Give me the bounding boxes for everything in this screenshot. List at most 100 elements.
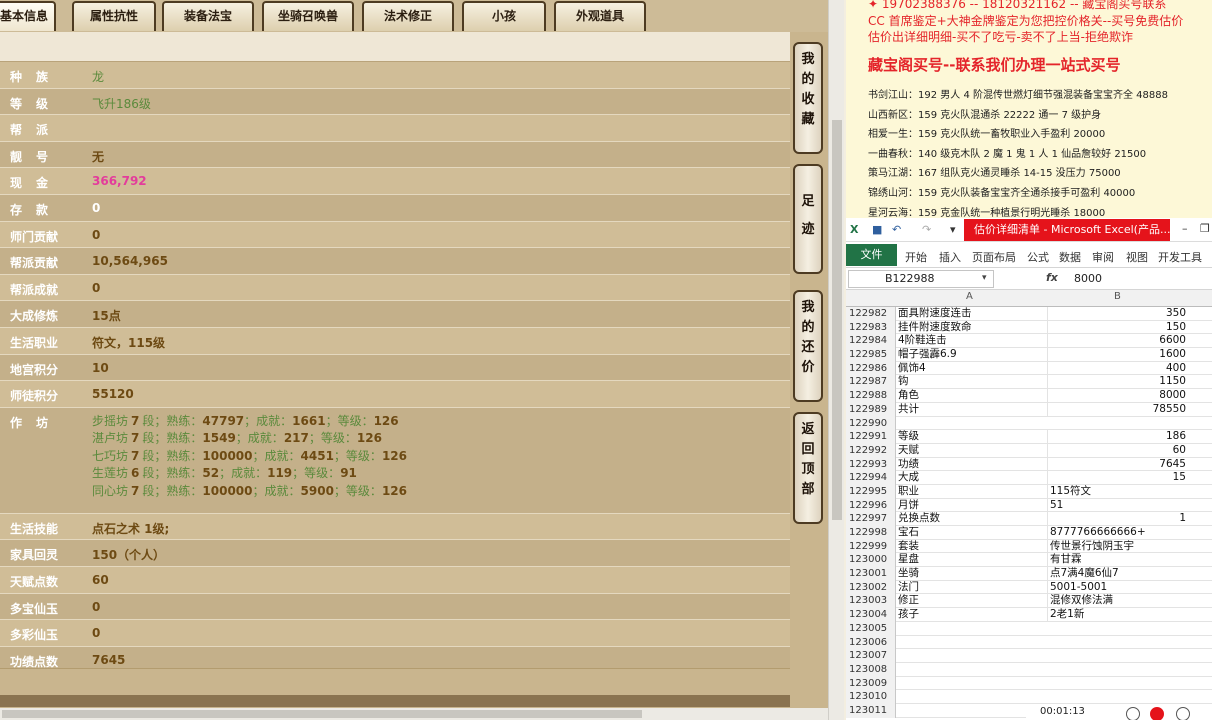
cell-b[interactable]: 8777766666666+ xyxy=(1047,526,1188,539)
tab-5[interactable]: 小孩 xyxy=(462,1,546,31)
cell-b[interactable]: 点7满4魔6仙7 xyxy=(1047,567,1188,581)
minimize-icon[interactable]: – xyxy=(1182,222,1188,235)
tab-0[interactable]: 基本信息 xyxy=(0,1,56,31)
cell-b[interactable]: 7645 xyxy=(1047,457,1188,471)
ribbon-tab-6[interactable]: 视图 xyxy=(1126,249,1148,265)
row-number[interactable]: 122997 xyxy=(846,512,896,526)
scrollbar-thumb[interactable] xyxy=(832,120,842,520)
page-vertical-scrollbar[interactable] xyxy=(828,0,844,720)
cell-a[interactable]: 天赋 xyxy=(898,444,1046,457)
cell-a[interactable]: 佩饰4 xyxy=(898,362,1046,375)
tab-2[interactable]: 装备法宝 xyxy=(162,1,254,31)
row-number[interactable]: 122987 xyxy=(846,375,896,390)
row-number[interactable]: 123010 xyxy=(846,690,896,704)
formula-input[interactable]: 8000 xyxy=(1074,272,1102,285)
cell-a[interactable]: 宝石 xyxy=(898,526,1046,539)
cell-a[interactable]: 星盘 xyxy=(898,553,1046,566)
cell-a[interactable]: 坐骑 xyxy=(898,567,1046,580)
cell-a[interactable]: 法门 xyxy=(898,581,1046,594)
tab-4[interactable]: 法术修正 xyxy=(362,1,454,31)
page-horizontal-scrollbar[interactable] xyxy=(0,708,828,720)
cell-a[interactable]: 职业 xyxy=(898,485,1046,498)
undo-icon[interactable]: ↶ xyxy=(892,223,901,236)
row-number[interactable]: 123011 xyxy=(846,703,896,718)
cell-a[interactable]: 功绩 xyxy=(898,458,1046,471)
cell-b[interactable]: 15 xyxy=(1047,471,1188,485)
row-number[interactable]: 122989 xyxy=(846,402,896,417)
cell-a[interactable]: 面具附速度连击 xyxy=(898,307,1046,320)
cell-a[interactable]: 大成 xyxy=(898,471,1046,484)
cell-b[interactable]: 51 xyxy=(1047,498,1188,512)
cell-b[interactable]: 1 xyxy=(1047,512,1188,526)
cell-b[interactable]: 传世景行蚀阴玉宇 xyxy=(1047,539,1188,553)
cell-b[interactable]: 5001-5001 xyxy=(1047,580,1188,594)
hscrollbar-thumb[interactable] xyxy=(2,710,642,718)
tab-1[interactable]: 属性抗性 xyxy=(72,1,156,31)
row-number[interactable]: 122990 xyxy=(846,416,896,431)
cell-a[interactable]: 钩 xyxy=(898,375,1046,388)
row-number[interactable]: 122995 xyxy=(846,484,896,499)
ribbon-tab-2[interactable]: 页面布局 xyxy=(972,249,1016,265)
row-number[interactable]: 123007 xyxy=(846,649,896,663)
row-number[interactable]: 123002 xyxy=(846,580,896,595)
cell-b[interactable]: 186 xyxy=(1047,430,1188,444)
tab-6[interactable]: 外观道具 xyxy=(554,1,646,31)
camera-icon[interactable] xyxy=(1176,707,1190,720)
ribbon-tab-1[interactable]: 插入 xyxy=(939,249,961,265)
row-number[interactable]: 123003 xyxy=(846,594,896,609)
side-button-3[interactable]: 返回顶部 xyxy=(793,412,823,524)
cell-a[interactable]: 月饼 xyxy=(898,499,1046,512)
record-stop-icon[interactable] xyxy=(1150,707,1164,720)
cell-a[interactable]: 兑换点数 xyxy=(898,512,1046,525)
cell-b[interactable]: 60 xyxy=(1047,443,1188,457)
cell-b[interactable]: 8000 xyxy=(1047,389,1188,403)
row-number[interactable]: 122988 xyxy=(846,389,896,403)
row-number[interactable]: 123009 xyxy=(846,676,896,691)
side-button-2[interactable]: 我的还价 xyxy=(793,290,823,402)
ribbon-tab-0[interactable]: 开始 xyxy=(905,249,927,265)
row-number[interactable]: 123001 xyxy=(846,567,896,581)
row-number[interactable]: 122984 xyxy=(846,334,896,349)
column-header-b[interactable]: B xyxy=(1114,291,1121,302)
cell-a[interactable]: 帽子强霹6.9 xyxy=(898,348,1046,361)
row-number[interactable]: 122982 xyxy=(846,307,896,321)
cell-a[interactable]: 修正 xyxy=(898,594,1046,607)
save-icon[interactable]: ■ xyxy=(872,223,882,236)
cell-b[interactable]: 有甘霖 xyxy=(1047,553,1188,567)
ribbon-tab-7[interactable]: 开发工具 xyxy=(1158,249,1202,265)
tab-3[interactable]: 坐骑召唤兽 xyxy=(262,1,354,31)
pause-icon[interactable] xyxy=(1126,707,1140,720)
row-number[interactable]: 123006 xyxy=(846,635,896,650)
cell-b[interactable]: 6600 xyxy=(1047,334,1188,348)
redo-icon[interactable]: ↷ xyxy=(922,223,931,236)
row-number[interactable]: 122983 xyxy=(846,320,896,335)
row-number[interactable]: 123008 xyxy=(846,662,896,677)
cell-b[interactable]: 1150 xyxy=(1047,375,1188,389)
row-number[interactable]: 122996 xyxy=(846,498,896,513)
row-number[interactable]: 123005 xyxy=(846,621,896,636)
row-number[interactable]: 123000 xyxy=(846,553,896,568)
cell-b[interactable]: 78550 xyxy=(1047,402,1188,416)
file-tab[interactable]: 文件 xyxy=(846,244,897,266)
cell-b[interactable]: 350 xyxy=(1047,307,1188,320)
row-number[interactable]: 122985 xyxy=(846,348,896,362)
cell-b[interactable]: 115符文 xyxy=(1047,484,1188,498)
ribbon-tab-5[interactable]: 审阅 xyxy=(1092,249,1114,265)
cell-a[interactable]: 挂件附速度致命 xyxy=(898,321,1046,334)
row-number[interactable]: 123004 xyxy=(846,608,896,622)
ribbon-tab-4[interactable]: 数据 xyxy=(1059,249,1081,265)
cell-a[interactable]: 共计 xyxy=(898,403,1046,416)
side-button-1[interactable]: 足迹 xyxy=(793,164,823,274)
cell-a[interactable]: 4阶鞋连击 xyxy=(898,334,1046,347)
row-number[interactable]: 122993 xyxy=(846,457,896,472)
cell-b[interactable]: 混修双修法满 xyxy=(1047,594,1188,608)
name-box-dropdown-icon[interactable]: ▾ xyxy=(982,273,987,283)
column-header-a[interactable]: A xyxy=(966,291,973,302)
qat-menu-icon[interactable]: ▾ xyxy=(950,223,956,236)
name-box[interactable]: B122988 xyxy=(848,270,994,288)
row-number[interactable]: 122994 xyxy=(846,471,896,485)
cell-b[interactable]: 400 xyxy=(1047,361,1188,375)
row-number[interactable]: 122986 xyxy=(846,361,896,376)
ribbon-tab-3[interactable]: 公式 xyxy=(1027,249,1049,265)
row-number[interactable]: 122991 xyxy=(846,430,896,444)
